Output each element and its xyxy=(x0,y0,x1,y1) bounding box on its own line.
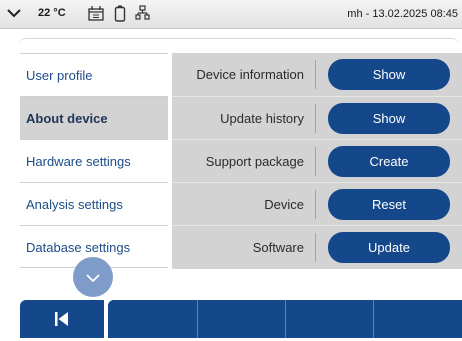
create-support-package-button[interactable]: Create xyxy=(328,146,450,177)
toolbar-button-group xyxy=(108,300,462,338)
calendar-icon xyxy=(88,6,104,21)
toolbar-button-2[interactable] xyxy=(198,300,285,338)
battery-icon xyxy=(114,5,126,22)
support-package-row: Support package Create xyxy=(172,139,462,182)
sidebar-item-user-profile[interactable]: User profile xyxy=(20,53,168,96)
row-divider xyxy=(315,190,316,219)
row-divider xyxy=(315,60,316,89)
skip-back-icon xyxy=(55,312,68,326)
update-history-row: Update history Show xyxy=(172,96,462,139)
sidebar-item-hardware-settings[interactable]: Hardware settings xyxy=(20,139,168,182)
row-label: Device xyxy=(264,197,304,212)
show-update-history-button[interactable]: Show xyxy=(328,103,450,134)
sidebar-item-label: Database settings xyxy=(26,240,131,255)
row-label: Update history xyxy=(220,111,304,126)
back-button[interactable] xyxy=(20,300,104,338)
sidebar-item-label: Hardware settings xyxy=(26,154,131,169)
row-label: Device information xyxy=(196,67,304,82)
status-bar: 22 °C mh - 13.02.2025 08:45 xyxy=(0,0,462,29)
row-divider xyxy=(315,104,316,133)
toolbar-button-4[interactable] xyxy=(374,300,462,338)
toolbar-button-1[interactable] xyxy=(108,300,197,338)
chevron-down-icon[interactable] xyxy=(6,6,22,20)
update-software-button[interactable]: Update xyxy=(328,232,450,263)
software-update-row: Software Update xyxy=(172,225,462,268)
device-reset-row: Device Reset xyxy=(172,182,462,225)
reset-device-button[interactable]: Reset xyxy=(328,189,450,220)
device-information-row: Device information Show xyxy=(172,53,462,96)
network-icon xyxy=(135,5,150,20)
row-label: Software xyxy=(252,240,304,255)
row-divider xyxy=(315,147,316,176)
row-divider xyxy=(315,233,316,262)
bottom-toolbar xyxy=(0,300,462,338)
sidebar-item-label: About device xyxy=(26,111,108,126)
datetime-readout: mh - 13.02.2025 08:45 xyxy=(347,8,458,20)
toolbar-button-3[interactable] xyxy=(286,300,373,338)
sidebar-item-label: User profile xyxy=(26,68,93,83)
show-device-information-button[interactable]: Show xyxy=(328,59,450,90)
row-label: Support package xyxy=(205,154,304,169)
chevron-down-icon xyxy=(86,274,100,283)
sidebar-item-analysis-settings[interactable]: Analysis settings xyxy=(20,182,168,225)
about-device-actions: Device information Show Update history S… xyxy=(172,53,462,269)
sidebar-item-about-device[interactable]: About device xyxy=(20,96,168,139)
temperature-readout: 22 °C xyxy=(38,7,66,19)
settings-sidebar: User profile About device Hardware setti… xyxy=(20,53,168,268)
scroll-down-button[interactable] xyxy=(73,257,113,297)
sidebar-item-label: Analysis settings xyxy=(26,197,123,212)
